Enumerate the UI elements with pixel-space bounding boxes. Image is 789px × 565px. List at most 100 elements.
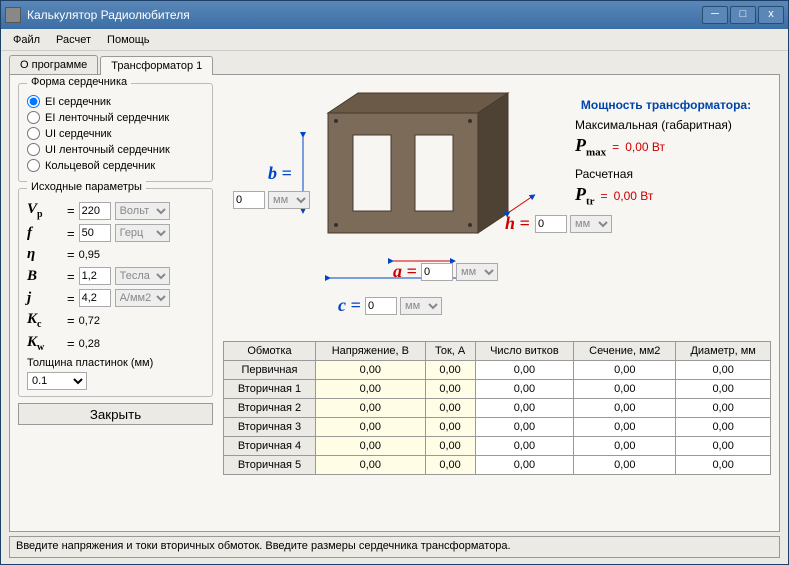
table-row: Вторичная 40,000,000,000,000,00 — [224, 437, 771, 456]
vp-unit[interactable]: Вольт — [115, 202, 170, 220]
cell-i[interactable]: 0,00 — [425, 418, 475, 437]
table-row: Вторичная 20,000,000,000,000,00 — [224, 399, 771, 418]
cell-s: 0,00 — [574, 456, 676, 475]
app-window: Калькулятор Радиолюбителя ─ □ x Файл Рас… — [0, 0, 789, 565]
maximize-button[interactable]: □ — [730, 6, 756, 24]
tab-transformer1[interactable]: Трансформатор 1 — [100, 56, 213, 75]
cell-v[interactable]: 0,00 — [315, 361, 425, 380]
core-svg — [283, 83, 543, 283]
radio-ring-input[interactable] — [27, 159, 40, 172]
col-current: Ток, А — [425, 342, 475, 361]
minimize-button[interactable]: ─ — [702, 6, 728, 24]
cell-i[interactable]: 0,00 — [425, 399, 475, 418]
cell-d: 0,00 — [676, 437, 771, 456]
cell-v[interactable]: 0,00 — [315, 418, 425, 437]
menubar: Файл Расчет Помощь — [1, 29, 788, 51]
power-max-value: 0,00 Вт — [625, 140, 665, 154]
close-app-button[interactable]: Закрыть — [18, 403, 213, 425]
Kc-value: 0,72 — [79, 315, 109, 327]
col-voltage: Напряжение, В — [315, 342, 425, 361]
radio-ei-tape[interactable]: EI ленточный сердечник — [27, 111, 204, 124]
dim-c-unit[interactable]: мм — [400, 297, 442, 315]
tab-bar: О программе Трансформатор 1 — [1, 51, 788, 74]
status-bar: Введите напряжения и токи вторичных обмо… — [9, 536, 780, 558]
cell-d: 0,00 — [676, 456, 771, 475]
cell-v[interactable]: 0,00 — [315, 380, 425, 399]
table-row: Вторичная 30,000,000,000,000,00 — [224, 418, 771, 437]
tab-about[interactable]: О программе — [9, 55, 98, 74]
params-group: Исходные параметры Vp = Вольт f = Герц η… — [18, 188, 213, 397]
cell-n: 0,00 — [475, 437, 574, 456]
close-button[interactable]: x — [758, 6, 784, 24]
power-max-label: Максимальная (габаритная) — [575, 118, 771, 132]
radio-ei[interactable]: EI сердечник — [27, 95, 204, 108]
cell-s: 0,00 — [574, 380, 676, 399]
dim-b-unit[interactable]: мм — [268, 191, 310, 209]
cell-v[interactable]: 0,00 — [315, 399, 425, 418]
titlebar[interactable]: Калькулятор Радиолюбителя ─ □ x — [1, 1, 788, 29]
dim-h-input[interactable] — [535, 215, 567, 233]
cell-name: Вторичная 1 — [224, 380, 316, 399]
cell-n: 0,00 — [475, 418, 574, 437]
power-calc-value: 0,00 Вт — [614, 189, 654, 203]
app-icon — [5, 7, 21, 23]
power-header: Мощность трансформатора: — [561, 98, 771, 112]
param-vp: Vp = Вольт — [27, 201, 204, 220]
cell-i[interactable]: 0,00 — [425, 456, 475, 475]
core-shape-group: Форма сердечника EI сердечник EI ленточн… — [18, 83, 213, 182]
menu-help[interactable]: Помощь — [101, 32, 156, 48]
param-eta: η = 0,95 — [27, 246, 204, 263]
B-input[interactable] — [79, 267, 111, 285]
cell-s: 0,00 — [574, 437, 676, 456]
f-input[interactable] — [79, 224, 111, 242]
dim-b-input[interactable] — [233, 191, 265, 209]
param-Kc: Kc = 0,72 — [27, 311, 204, 330]
menu-file[interactable]: Файл — [7, 32, 46, 48]
radio-ui[interactable]: UI сердечник — [27, 127, 204, 140]
tab-content: Форма сердечника EI сердечник EI ленточн… — [9, 74, 780, 532]
B-unit[interactable]: Тесла — [115, 267, 170, 285]
menu-calc[interactable]: Расчет — [50, 32, 97, 48]
f-unit[interactable]: Герц — [115, 224, 170, 242]
windings-table: Обмотка Напряжение, В Ток, А Число витко… — [223, 341, 771, 475]
param-j: j = А/мм2 — [27, 289, 204, 307]
eta-value: 0,95 — [79, 249, 109, 261]
cell-i[interactable]: 0,00 — [425, 361, 475, 380]
cell-name: Первичная — [224, 361, 316, 380]
col-winding: Обмотка — [224, 342, 316, 361]
j-input[interactable] — [79, 289, 111, 307]
radio-ui-tape[interactable]: UI ленточный сердечник — [27, 143, 204, 156]
dim-c-input[interactable] — [365, 297, 397, 315]
table-row: Вторичная 10,000,000,000,000,00 — [224, 380, 771, 399]
cell-n: 0,00 — [475, 399, 574, 418]
radio-ui-tape-input[interactable] — [27, 143, 40, 156]
radio-ei-tape-input[interactable] — [27, 111, 40, 124]
dim-a-input[interactable] — [421, 263, 453, 281]
cell-i[interactable]: 0,00 — [425, 380, 475, 399]
radio-ei-input[interactable] — [27, 95, 40, 108]
j-unit[interactable]: А/мм2 — [115, 289, 170, 307]
dim-h-unit[interactable]: мм — [570, 215, 612, 233]
thickness-select[interactable]: 0.1 — [27, 372, 87, 390]
dim-c-label: c = — [338, 295, 361, 316]
vp-input[interactable] — [79, 202, 111, 220]
dim-b-label: b = — [268, 163, 292, 184]
cell-n: 0,00 — [475, 456, 574, 475]
cell-s: 0,00 — [574, 399, 676, 418]
dim-a-label: a = — [393, 261, 417, 282]
table-row: Первичная0,000,000,000,000,00 — [224, 361, 771, 380]
cell-n: 0,00 — [475, 380, 574, 399]
dim-a-unit[interactable]: мм — [456, 263, 498, 281]
dim-c-input-group: мм — [365, 297, 442, 315]
cell-name: Вторичная 3 — [224, 418, 316, 437]
dim-h-input-group: мм — [535, 215, 612, 233]
col-section: Сечение, мм2 — [574, 342, 676, 361]
cell-n: 0,00 — [475, 361, 574, 380]
cell-i[interactable]: 0,00 — [425, 437, 475, 456]
cell-v[interactable]: 0,00 — [315, 456, 425, 475]
cell-name: Вторичная 4 — [224, 437, 316, 456]
radio-ring[interactable]: Кольцевой сердечник — [27, 159, 204, 172]
cell-s: 0,00 — [574, 361, 676, 380]
cell-v[interactable]: 0,00 — [315, 437, 425, 456]
radio-ui-input[interactable] — [27, 127, 40, 140]
